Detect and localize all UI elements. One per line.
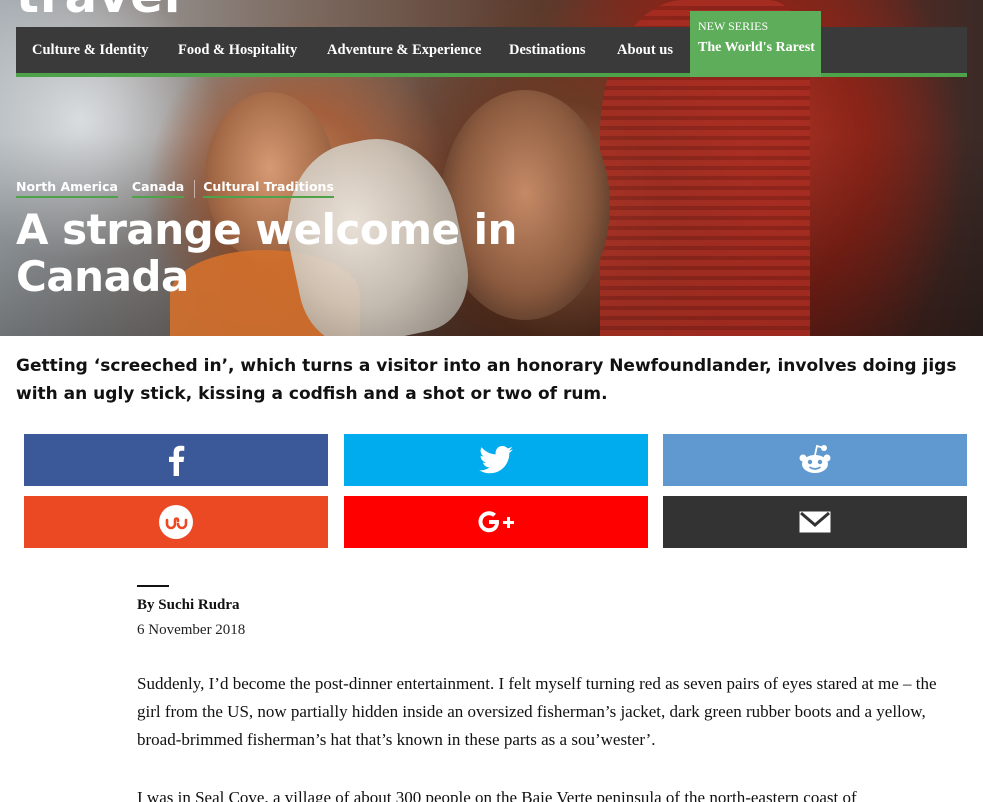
facebook-icon: [169, 445, 185, 476]
article-author: By Suchi Rudra: [137, 597, 240, 613]
share-twitter-button[interactable]: [344, 434, 648, 486]
article-paragraph: Suddenly, I’d become the post-dinner ent…: [137, 674, 937, 749]
breadcrumb: North America Canada Cultural Traditions: [16, 179, 334, 198]
tag-separator: [194, 179, 196, 198]
share-bar: [24, 434, 967, 548]
nav-destinations[interactable]: Destinations: [509, 27, 586, 73]
share-stumbleupon-button[interactable]: [24, 496, 328, 548]
byline-rule: [137, 585, 169, 587]
feature-kicker: NEW SERIES: [698, 19, 769, 33]
nav-adventure-experience[interactable]: Adventure & Experience: [327, 27, 481, 73]
nav-culture-identity[interactable]: Culture & Identity: [32, 27, 149, 73]
twitter-icon: [479, 446, 513, 474]
tag-canada[interactable]: Canada: [131, 179, 185, 198]
email-icon: [799, 511, 831, 533]
feature-title: The World's Rarest: [698, 40, 815, 55]
google-plus-icon: [478, 511, 514, 533]
site-logo[interactable]: travel: [16, 0, 181, 24]
share-reddit-button[interactable]: [663, 434, 967, 486]
tag-cultural-traditions[interactable]: Cultural Traditions: [203, 179, 334, 198]
main-nav: Culture & Identity Food & Hospitality Ad…: [16, 11, 967, 77]
article-paragraph: I was in Seal Cove, a village of about 3…: [137, 788, 857, 802]
nav-feature-worlds-rarest[interactable]: NEW SERIES The World's Rarest: [690, 11, 821, 77]
reddit-icon: [799, 444, 831, 473]
nav-about-us[interactable]: About us: [617, 27, 673, 73]
share-facebook-button[interactable]: [24, 434, 328, 486]
stumbleupon-icon: [159, 505, 193, 539]
share-google-plus-button[interactable]: [344, 496, 648, 548]
article-headline: A strange welcome in Canada: [16, 205, 517, 301]
tag-north-america[interactable]: North America: [16, 179, 118, 198]
nav-food-hospitality[interactable]: Food & Hospitality: [178, 27, 297, 73]
article-standfirst: Getting ‘screeched in’, which turns a vi…: [16, 356, 957, 404]
article-date: 6 November 2018: [137, 622, 246, 638]
share-email-button[interactable]: [663, 496, 967, 548]
